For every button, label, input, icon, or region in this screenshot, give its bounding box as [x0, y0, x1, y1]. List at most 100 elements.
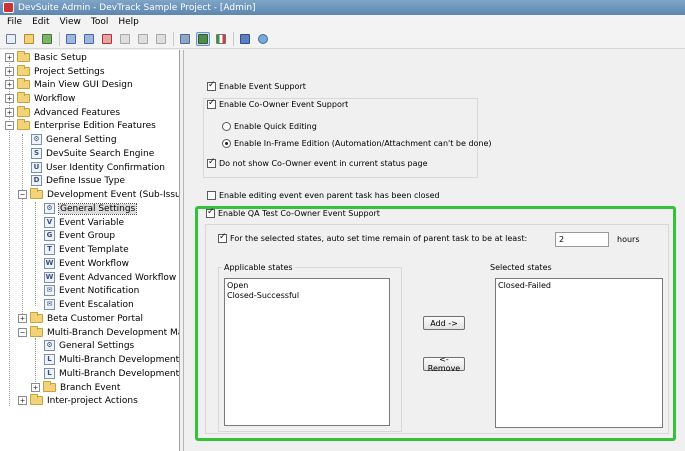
checkbox-box[interactable]: [207, 80, 216, 91]
tree-item-event-escalation[interactable]: ✉ Event Escalation: [44, 298, 134, 311]
radio-button[interactable]: [222, 139, 231, 148]
collapse-icon[interactable]: −: [5, 121, 14, 130]
enable-coowner-support-checkbox[interactable]: Enable Co-Owner Event Support: [207, 98, 348, 109]
tree-item-general-setting[interactable]: ⚙ General Setting: [31, 133, 117, 146]
tree-item-inter-project-actions[interactable]: + Inter-project Actions: [18, 394, 138, 407]
list-item[interactable]: Closed-Failed: [498, 281, 660, 291]
tree-item-beta-customer-portal[interactable]: + Beta Customer Portal: [18, 312, 143, 325]
cut-icon[interactable]: [118, 32, 132, 46]
folder-open-icon: [30, 326, 43, 337]
selected-states-label: Selected states: [490, 263, 552, 272]
app-icon: [3, 2, 14, 13]
title-bar: DevSuite Admin - DevTrack Sample Project…: [0, 0, 685, 15]
selected-states-list[interactable]: Closed-Failed: [495, 278, 663, 428]
applicable-states-list[interactable]: Open Closed-Successful: [224, 278, 390, 426]
tree-item-project-settings[interactable]: + Project Settings: [5, 65, 105, 78]
save-all-icon[interactable]: [40, 32, 54, 46]
folder-icon: [43, 381, 56, 392]
expand-icon[interactable]: +: [18, 314, 27, 323]
quick-editing-radio[interactable]: Enable Quick Editing: [222, 122, 317, 131]
list-item[interactable]: Open: [227, 281, 387, 291]
tree-item-workflow[interactable]: + Workflow: [5, 92, 75, 105]
expand-icon[interactable]: +: [5, 94, 14, 103]
settings-page-icon: ⚙: [31, 134, 42, 145]
window-title: DevSuite Admin - DevTrack Sample Project…: [18, 2, 256, 13]
tree-item-multi-branch-link-2[interactable]: L Multi-Branch Development Lir: [44, 367, 179, 380]
open-doc-icon[interactable]: [22, 32, 36, 46]
tree-item-basic-setup[interactable]: + Basic Setup: [5, 51, 87, 64]
tree-item-main-view-gui-design[interactable]: + Main View GUI Design: [5, 78, 133, 91]
menu-tool[interactable]: Tool: [86, 17, 113, 27]
folder-open-icon: [17, 119, 30, 130]
collapse-icon[interactable]: −: [18, 328, 27, 337]
hours-input[interactable]: 2: [555, 232, 609, 247]
tree-item-multi-branch-link-1[interactable]: L Multi-Branch Development Lir: [44, 353, 179, 366]
view-icon[interactable]: [196, 31, 210, 46]
add-state-button[interactable]: Add ->: [423, 316, 465, 330]
tree-item-event-notification[interactable]: ✉ Event Notification: [44, 284, 139, 297]
radio-button[interactable]: [222, 122, 231, 131]
users-icon[interactable]: [178, 32, 192, 46]
tree-item-development-event[interactable]: − Development Event (Sub-Issue): [18, 188, 179, 201]
list-item[interactable]: Closed-Successful: [227, 291, 387, 301]
expand-icon[interactable]: +: [18, 396, 27, 405]
collapse-icon[interactable]: −: [18, 190, 27, 199]
settings-page-icon: ⚙: [44, 340, 55, 351]
copy-icon[interactable]: [136, 32, 150, 46]
delete-icon[interactable]: [100, 32, 114, 46]
tree-item-multi-branch-development[interactable]: − Multi-Branch Development Mana: [18, 326, 179, 339]
hours-unit-label: hours: [617, 235, 640, 244]
save-icon[interactable]: [238, 32, 252, 46]
tree-item-event-advanced-workflow[interactable]: W Event Advanced Workflow: [44, 271, 176, 284]
navigation-tree[interactable]: + Basic Setup + Project Settings + Main Vie…: [0, 50, 180, 451]
checkbox-box[interactable]: [207, 98, 216, 109]
qa-test-support-checkbox[interactable]: Enable QA Test Co-Owner Event Support: [206, 207, 380, 218]
menu-view[interactable]: View: [55, 17, 86, 27]
group-page-icon: G: [44, 230, 55, 241]
folder-icon: [17, 51, 30, 62]
menu-help[interactable]: Help: [113, 17, 144, 27]
expand-icon[interactable]: +: [5, 53, 14, 62]
checkbox-box[interactable]: [207, 157, 216, 168]
expand-icon[interactable]: +: [5, 67, 14, 76]
expand-icon[interactable]: +: [31, 383, 40, 392]
tree-item-devsuite-search-engine[interactable]: S DevSuite Search Engine: [31, 147, 154, 160]
flag-icon[interactable]: [214, 32, 228, 46]
auto-set-time-checkbox[interactable]: For the selected states, auto set time r…: [218, 232, 527, 243]
refresh-icon[interactable]: [256, 32, 270, 46]
export-icon[interactable]: [82, 32, 96, 46]
tree-item-define-issue-type[interactable]: D Define Issue Type: [31, 174, 125, 187]
expand-icon[interactable]: +: [5, 108, 14, 117]
new-doc-icon[interactable]: [4, 32, 18, 46]
tree-item-event-general-settings[interactable]: ⚙ General Settings: [44, 202, 138, 215]
settings-page-icon: ⚙: [44, 203, 55, 214]
tree-item-enterprise-edition-features[interactable]: − Enterprise Edition Features: [5, 119, 156, 132]
enable-event-support-checkbox[interactable]: Enable Event Support: [207, 80, 306, 91]
user-page-icon: U: [31, 162, 42, 173]
expand-icon[interactable]: +: [5, 80, 14, 89]
workflow-page-icon: W: [44, 258, 55, 269]
tree-item-event-workflow[interactable]: W Event Workflow: [44, 257, 129, 270]
tree-item-advanced-features[interactable]: + Advanced Features: [5, 106, 120, 119]
import-icon[interactable]: [64, 32, 78, 46]
tree-item-branch-event[interactable]: + Branch Event: [31, 381, 120, 394]
checkbox-box[interactable]: [206, 207, 215, 218]
tree-item-user-identity-confirmation[interactable]: U User Identity Confirmation: [31, 161, 165, 174]
checkbox-box[interactable]: [207, 191, 216, 200]
hide-coowner-event-checkbox[interactable]: Do not show Co-Owner event in current st…: [207, 157, 428, 168]
tree-item-event-template[interactable]: T Event Template: [44, 243, 129, 256]
remove-state-button[interactable]: <-Remove: [423, 355, 465, 373]
inframe-edition-radio[interactable]: Enable In-Frame Edition (Automation/Atta…: [222, 139, 492, 148]
edit-closed-parent-checkbox[interactable]: Enable editing event even parent task ha…: [207, 191, 440, 200]
paste-icon[interactable]: [154, 32, 168, 46]
link-page-icon: L: [44, 354, 55, 365]
checkbox-box[interactable]: [218, 232, 227, 243]
menu-edit[interactable]: Edit: [27, 17, 54, 27]
template-page-icon: T: [44, 244, 55, 255]
document-page-icon: D: [31, 175, 42, 186]
menu-file[interactable]: File: [2, 17, 27, 27]
search-page-icon: S: [31, 148, 42, 159]
tree-item-event-variable[interactable]: V Event Variable: [44, 216, 124, 229]
tree-item-branch-general-settings[interactable]: ⚙ General Settings: [44, 339, 134, 352]
tree-item-event-group[interactable]: G Event Group: [44, 229, 115, 242]
